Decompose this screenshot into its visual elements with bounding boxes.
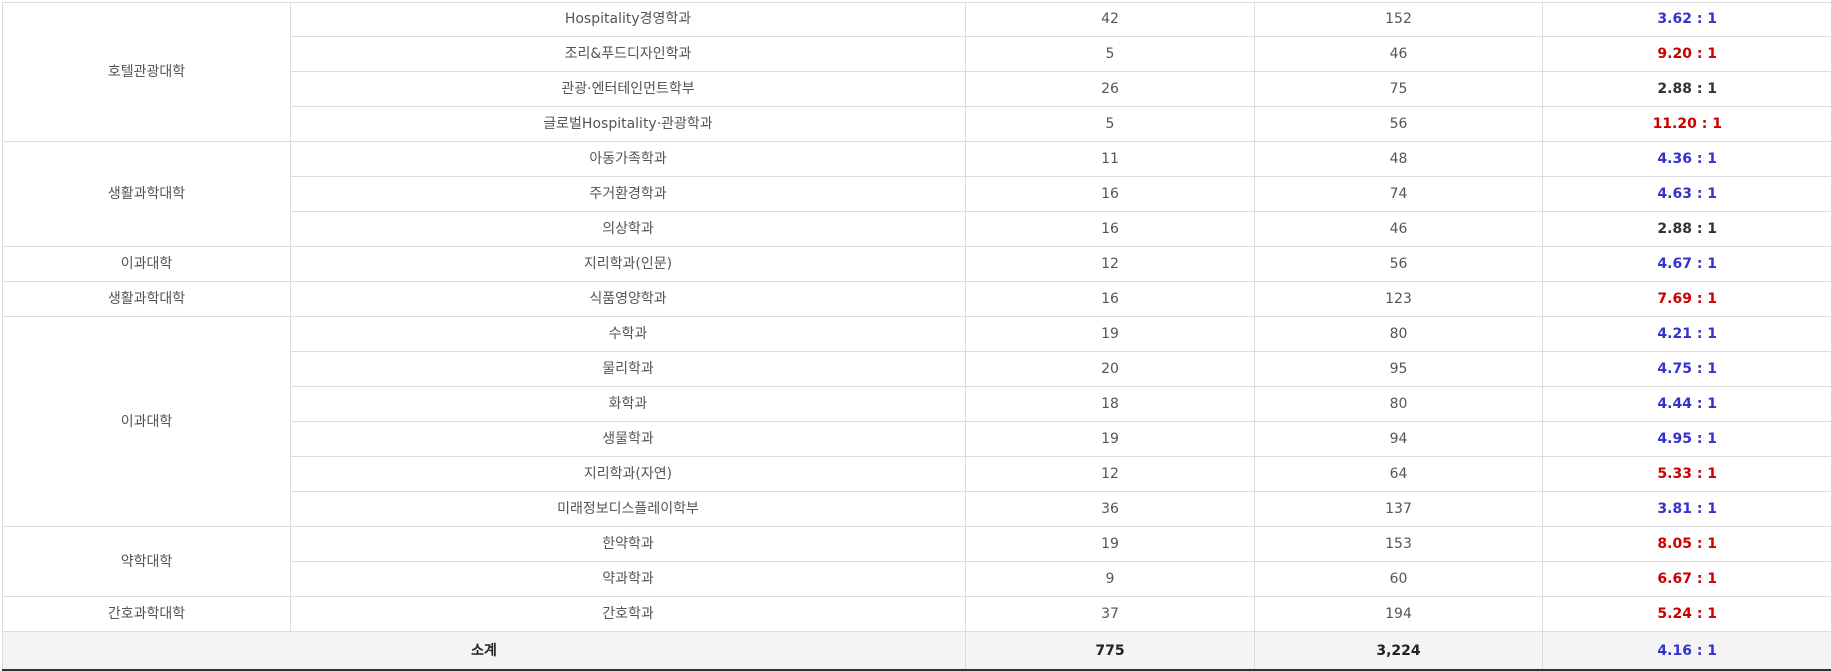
table-body: 호텔관광대학 Hospitality경영학과 42 152 3.62 : 1 조리&푸드디… (2, 2, 1831, 671)
subtotal-recruit-count: 775 (965, 631, 1255, 671)
applicant-count-cell: 95 (1254, 351, 1543, 387)
recruit-count-cell: 19 (965, 421, 1255, 457)
applicant-count-cell: 48 (1254, 141, 1543, 177)
competition-rate-cell: 3.81 : 1 (1542, 491, 1831, 527)
department-name-cell: 식품영양학과 (290, 281, 966, 317)
competition-rate-cell: 9.20 : 1 (1542, 36, 1831, 72)
subtotal-label: 소계 (2, 631, 966, 671)
department-name-cell: 의상학과 (290, 211, 966, 247)
department-name-cell: 생물학과 (290, 421, 966, 457)
competition-rate-table: 호텔관광대학 Hospitality경영학과 42 152 3.62 : 1 조리&푸드디… (2, 2, 1831, 671)
college-name-cell: 이과대학 (2, 246, 291, 282)
applicant-count-cell: 123 (1254, 281, 1543, 317)
recruit-count-cell: 19 (965, 526, 1255, 562)
competition-rate-cell: 2.88 : 1 (1542, 211, 1831, 247)
competition-rate-cell: 8.05 : 1 (1542, 526, 1831, 562)
department-name-cell: 물리학과 (290, 351, 966, 387)
competition-rate-cell: 4.67 : 1 (1542, 246, 1831, 282)
applicant-count-cell: 137 (1254, 491, 1543, 527)
applicant-count-cell: 80 (1254, 316, 1543, 352)
applicant-count-cell: 80 (1254, 386, 1543, 422)
competition-rate-cell: 11.20 : 1 (1542, 106, 1831, 142)
recruit-count-cell: 18 (965, 386, 1255, 422)
college-name-cell: 호텔관광대학 (2, 2, 291, 142)
table-row: 생활과학대학 식품영양학과 16 123 7.69 : 1 (2, 281, 1831, 317)
applicant-count-cell: 46 (1254, 211, 1543, 247)
department-name-cell: 주거환경학과 (290, 176, 966, 212)
applicant-count-cell: 56 (1254, 106, 1543, 142)
recruit-count-cell: 5 (965, 106, 1255, 142)
competition-rate-cell: 6.67 : 1 (1542, 561, 1831, 597)
department-name-cell: 수학과 (290, 316, 966, 352)
recruit-count-cell: 42 (965, 2, 1255, 37)
competition-rate-cell: 4.95 : 1 (1542, 421, 1831, 457)
table-row: 호텔관광대학 Hospitality경영학과 42 152 3.62 : 1 (2, 2, 1831, 142)
applicant-count-cell: 153 (1254, 526, 1543, 562)
department-name-cell: 지리학과(인문) (290, 246, 966, 282)
department-name-cell: 한약학과 (290, 526, 966, 562)
college-name-cell: 이과대학 (2, 316, 291, 527)
college-name-cell: 생활과학대학 (2, 281, 291, 317)
department-name-cell: 글로벌Hospitality·관광학과 (290, 106, 966, 142)
competition-rate-cell: 7.69 : 1 (1542, 281, 1831, 317)
subtotal-competition-rate: 4.16 : 1 (1542, 631, 1831, 671)
competition-rate-cell: 5.33 : 1 (1542, 456, 1831, 492)
recruit-count-cell: 11 (965, 141, 1255, 177)
recruit-count-cell: 12 (965, 456, 1255, 492)
table-row: 간호과학대학 간호학과 37 194 5.24 : 1 (2, 596, 1831, 632)
recruit-count-cell: 16 (965, 281, 1255, 317)
recruit-count-cell: 5 (965, 36, 1255, 72)
college-name-cell: 간호과학대학 (2, 596, 291, 632)
competition-rate-cell: 2.88 : 1 (1542, 71, 1831, 107)
department-name-cell: 지리학과(자연) (290, 456, 966, 492)
applicant-count-cell: 60 (1254, 561, 1543, 597)
applicant-count-cell: 64 (1254, 456, 1543, 492)
applicant-count-cell: 194 (1254, 596, 1543, 632)
recruit-count-cell: 16 (965, 176, 1255, 212)
applicant-count-cell: 152 (1254, 2, 1543, 37)
department-name-cell: 조리&푸드디자인학과 (290, 36, 966, 72)
department-name-cell: 아동가족학과 (290, 141, 966, 177)
table-row: 이과대학 지리학과(인문) 12 56 4.67 : 1 (2, 246, 1831, 282)
table-row: 이과대학 수학과 19 80 4.21 : 1 (2, 316, 1831, 527)
competition-rate-cell: 4.63 : 1 (1542, 176, 1831, 212)
recruit-count-cell: 37 (965, 596, 1255, 632)
department-name-cell: 약과학과 (290, 561, 966, 597)
competition-rate-cell: 4.21 : 1 (1542, 316, 1831, 352)
competition-rate-table-container: 호텔관광대학 Hospitality경영학과 42 152 3.62 : 1 조리&푸드디… (0, 0, 1831, 671)
competition-rate-cell: 4.75 : 1 (1542, 351, 1831, 387)
recruit-count-cell: 20 (965, 351, 1255, 387)
recruit-count-cell: 9 (965, 561, 1255, 597)
competition-rate-cell: 3.62 : 1 (1542, 2, 1831, 37)
applicant-count-cell: 94 (1254, 421, 1543, 457)
recruit-count-cell: 16 (965, 211, 1255, 247)
competition-rate-cell: 4.36 : 1 (1542, 141, 1831, 177)
college-name-cell: 약학대학 (2, 526, 291, 597)
subtotal-row: 소계 775 3,224 4.16 : 1 (2, 631, 1831, 671)
department-name-cell: 미래정보디스플레이학부 (290, 491, 966, 527)
table-row: 생활과학대학 아동가족학과 11 48 4.36 : 1 (2, 141, 1831, 247)
department-name-cell: Hospitality경영학과 (290, 2, 966, 37)
department-name-cell: 화학과 (290, 386, 966, 422)
recruit-count-cell: 36 (965, 491, 1255, 527)
recruit-count-cell: 26 (965, 71, 1255, 107)
competition-rate-cell: 4.44 : 1 (1542, 386, 1831, 422)
department-name-cell: 간호학과 (290, 596, 966, 632)
recruit-count-cell: 19 (965, 316, 1255, 352)
recruit-count-cell: 12 (965, 246, 1255, 282)
subtotal-applicant-count: 3,224 (1254, 631, 1543, 671)
table-row: 약학대학 한약학과 19 153 8.05 : 1 (2, 526, 1831, 597)
competition-rate-cell: 5.24 : 1 (1542, 596, 1831, 632)
applicant-count-cell: 46 (1254, 36, 1543, 72)
applicant-count-cell: 75 (1254, 71, 1543, 107)
applicant-count-cell: 56 (1254, 246, 1543, 282)
department-name-cell: 관광·엔터테인먼트학부 (290, 71, 966, 107)
college-name-cell: 생활과학대학 (2, 141, 291, 247)
applicant-count-cell: 74 (1254, 176, 1543, 212)
